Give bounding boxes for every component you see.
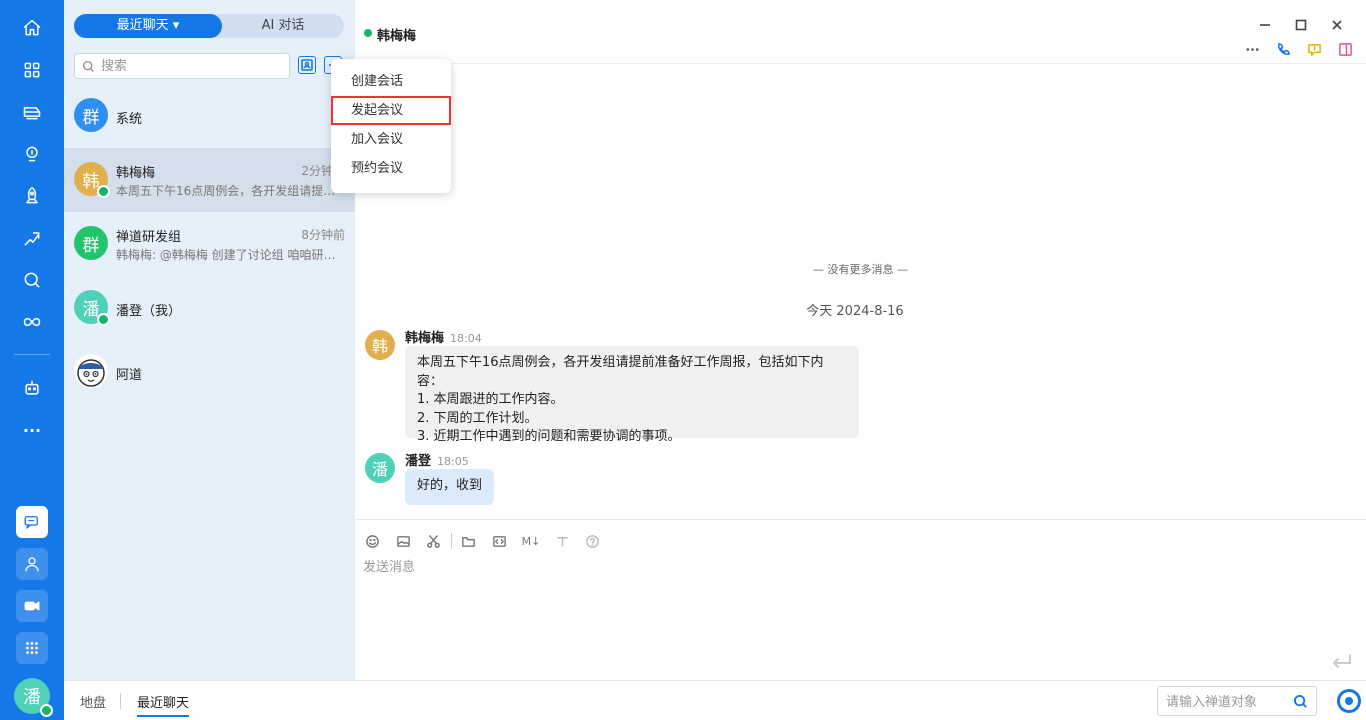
menu-item-start-meeting[interactable]: 发起会议: [331, 96, 451, 125]
train-icon[interactable]: [16, 96, 48, 128]
message-bubble: 本周五下午16点周例会，各开发组请提前准备好工作周报，包括如下内容： 1. 本周…: [405, 346, 859, 444]
chat-title: 韩梅梅: [377, 29, 417, 44]
text-format-icon[interactable]: [553, 532, 571, 550]
contacts-icon[interactable]: [16, 548, 48, 580]
image-icon[interactable]: [394, 532, 412, 550]
search-button[interactable]: [1284, 687, 1316, 715]
add-menu-popup: 创建会话 发起会议 加入会议 预约会议: [331, 59, 451, 193]
apps-grid-icon[interactable]: [16, 54, 48, 86]
search-input[interactable]: [101, 57, 281, 75]
conversation-preview: 本周五下午16点周例会，各开发组请提前准备好工作周报，包括如下内容: [116, 184, 346, 198]
emoji-icon[interactable]: [363, 532, 381, 550]
message-time: 18:05: [437, 455, 469, 468]
message-sender: 潘登 18:05: [405, 454, 469, 469]
online-status-dot: [364, 29, 372, 37]
conversation-item-system[interactable]: 群 系统: [64, 84, 355, 148]
tab-ai-chat[interactable]: AI 对话: [222, 14, 344, 38]
avatar: 群: [74, 98, 108, 132]
user-avatar[interactable]: 潘: [14, 678, 53, 717]
search-box: [74, 53, 290, 79]
online-badge: [40, 704, 53, 717]
tab-bottom-recent-chats[interactable]: 最近聊天: [137, 692, 190, 717]
message-input[interactable]: [363, 556, 1343, 656]
avatar: 潘: [74, 290, 110, 326]
markdown-icon[interactable]: M↓: [521, 532, 541, 550]
conversation-item-adao[interactable]: 阿道: [64, 340, 355, 404]
conversation-item-self[interactable]: 潘 潘登（我）: [64, 276, 355, 340]
search-circle-icon[interactable]: [16, 264, 48, 296]
chat-header: 韩梅梅: [355, 0, 1366, 64]
menu-item-join-meeting[interactable]: 加入会议: [331, 125, 451, 154]
maximize-icon[interactable]: [1290, 14, 1312, 36]
object-search-input[interactable]: [1166, 693, 1286, 711]
conversation-time: 8分钟前: [301, 228, 345, 242]
message-sender: 韩梅梅 18:04: [405, 331, 482, 346]
no-more-messages: — 没有更多消息 —: [813, 263, 908, 276]
close-icon[interactable]: [1326, 14, 1348, 36]
conversation-preview: 韩梅梅: @韩梅梅 创建了讨论组 咱咱研发组: [116, 248, 346, 262]
minimize-icon[interactable]: [1254, 14, 1276, 36]
conversation-name: 韩梅梅: [116, 166, 156, 181]
phone-icon[interactable]: [1273, 39, 1293, 59]
conversation-name: 系统: [116, 112, 143, 127]
message-avatar[interactable]: 潘: [365, 453, 395, 483]
lightbulb-icon[interactable]: [16, 138, 48, 170]
bottom-bar: 地盘 最近聊天: [64, 680, 1366, 720]
conversation-name: 禅道研发组: [116, 230, 182, 245]
code-icon[interactable]: [490, 532, 508, 550]
rail-divider: [14, 354, 50, 355]
more-icon[interactable]: ···: [16, 414, 48, 446]
tab-recent-chats[interactable]: 最近聊天 ▾: [74, 14, 222, 38]
search-icon: [82, 60, 94, 72]
side-panel-icon[interactable]: [1335, 39, 1355, 59]
screenshot-icon[interactable]: [424, 532, 442, 550]
conversation-name: 潘登（我）: [116, 304, 182, 319]
infinity-icon[interactable]: [16, 306, 48, 338]
menu-item-schedule-meeting[interactable]: 预约会议: [331, 154, 451, 183]
send-icon[interactable]: [1330, 652, 1354, 672]
conversation-item-hanmeimei[interactable]: 韩 韩梅梅 2分钟前 本周五下午16点周例会，各开发组请提前准备好工作周报，包括…: [64, 148, 355, 212]
toolbar-divider: [451, 533, 452, 549]
tab-dashboard[interactable]: 地盘: [80, 692, 106, 711]
bottom-divider: [120, 693, 121, 709]
date-divider: 今天 2024-8-16: [806, 304, 904, 319]
more-options-icon[interactable]: [1242, 39, 1262, 59]
reminder-icon[interactable]: [1304, 39, 1324, 59]
message-composer: M↓: [355, 519, 1366, 680]
chat-icon[interactable]: [16, 506, 48, 538]
menu-item-create-chat[interactable]: 创建会话: [331, 67, 451, 96]
home-icon[interactable]: [16, 12, 48, 44]
avatar: 群: [74, 226, 108, 260]
conversation-list: 最近聊天 ▾ AI 对话 群 系统 韩 韩梅梅 2分钟前 本周五下午16点周例会…: [64, 0, 355, 680]
robot-icon[interactable]: [16, 372, 48, 404]
contact-card-icon[interactable]: [298, 56, 316, 74]
online-badge: [97, 185, 110, 198]
rocket-icon[interactable]: [16, 180, 48, 212]
message-avatar[interactable]: 韩: [365, 330, 395, 360]
search-icon: [1293, 694, 1307, 708]
running-icon[interactable]: [16, 222, 48, 254]
video-icon[interactable]: [16, 590, 48, 622]
conversation-item-dev-group[interactable]: 群 禅道研发组 8分钟前 韩梅梅: @韩梅梅 创建了讨论组 咱咱研发组: [64, 212, 355, 276]
message-bubble: 好的，收到: [405, 469, 495, 505]
conversation-name: 阿道: [116, 368, 143, 383]
nav-rail: ··· 潘: [0, 0, 64, 720]
zentao-logo-icon[interactable]: [1337, 689, 1361, 713]
folder-icon[interactable]: [459, 532, 477, 550]
object-search-box: [1157, 686, 1317, 716]
message-time: 18:04: [450, 332, 482, 345]
robot-avatar-icon: [74, 354, 108, 388]
help-icon[interactable]: [583, 532, 601, 550]
app-grid-icon[interactable]: [16, 632, 48, 664]
avatar: 韩: [74, 162, 110, 198]
list-tabs: 最近聊天 ▾ AI 对话: [74, 14, 344, 38]
online-badge: [97, 313, 110, 326]
